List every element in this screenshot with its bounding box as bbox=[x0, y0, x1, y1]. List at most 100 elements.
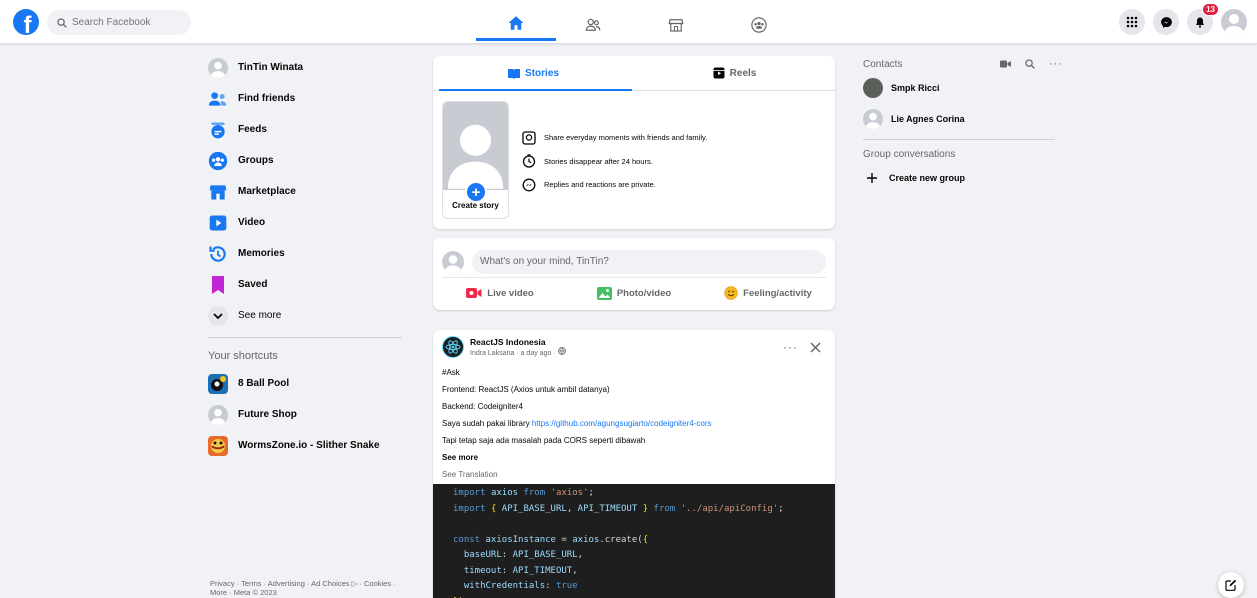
create-story-card[interactable]: + Create story bbox=[442, 101, 509, 219]
sidebar-item-groups[interactable]: Groups bbox=[200, 145, 410, 176]
tab-friends[interactable] bbox=[553, 8, 633, 42]
reels-icon bbox=[713, 67, 725, 79]
group-conversations-title: Group conversations bbox=[863, 149, 956, 160]
library-link[interactable]: https://github.com/agungsugiarto/codeign… bbox=[532, 419, 712, 428]
live-video-button[interactable]: Live video bbox=[433, 287, 567, 299]
video-call-icon[interactable] bbox=[1000, 60, 1011, 68]
feeling-activity-button[interactable]: Feeling/activity bbox=[701, 286, 835, 300]
home-icon bbox=[508, 16, 524, 30]
close-icon[interactable] bbox=[810, 341, 821, 353]
grid-menu-icon bbox=[1126, 16, 1138, 28]
feed-post: ReactJS Indonesia Indra Laksana · a day … bbox=[433, 330, 835, 598]
smiley-icon bbox=[724, 286, 738, 300]
shortcut-future-shop[interactable]: Future Shop bbox=[200, 399, 410, 430]
search-bar[interactable] bbox=[47, 10, 191, 35]
friends-icon bbox=[208, 89, 228, 109]
author-meta-text[interactable]: Indra Laksana · a day ago · bbox=[470, 350, 556, 357]
sidebar-item-label: Video bbox=[238, 217, 266, 228]
tab-groups[interactable] bbox=[719, 8, 799, 42]
sidebar-divider bbox=[208, 337, 402, 338]
photo-video-button[interactable]: Photo/video bbox=[567, 286, 701, 300]
composer-input[interactable]: What's on your mind, TinTin? bbox=[472, 249, 826, 274]
search-icon[interactable] bbox=[1025, 59, 1035, 69]
sidebar-item-feeds[interactable]: Feeds bbox=[200, 114, 410, 145]
sidebar-item-marketplace[interactable]: Marketplace bbox=[200, 176, 410, 207]
shortcut-wormszone[interactable]: WormsZone.io - Slither Snake bbox=[200, 430, 410, 461]
sidebar-item-profile[interactable]: TinTin Winata bbox=[200, 52, 410, 83]
tab-stories[interactable]: Stories bbox=[433, 56, 634, 91]
more-options-icon[interactable]: ··· bbox=[783, 340, 798, 354]
story-info-row: Replies and reactions are private. bbox=[522, 173, 707, 197]
search-icon bbox=[57, 17, 67, 28]
facebook-logo[interactable]: f bbox=[13, 9, 39, 35]
story-info-text: Stories disappear after 24 hours. bbox=[544, 156, 653, 166]
action-label: Photo/video bbox=[616, 287, 672, 299]
tab-marketplace[interactable] bbox=[636, 8, 716, 42]
chevron-down-icon bbox=[208, 305, 228, 326]
stories-tabs: Stories Reels bbox=[433, 56, 835, 91]
marketplace-icon bbox=[208, 182, 228, 202]
post-text-line: Tapi tetap saja ada masalah pada CORS se… bbox=[442, 436, 646, 445]
sidebar-item-label: See more bbox=[238, 310, 282, 321]
composer-actions: Live video Photo/video Feeling/activity bbox=[433, 278, 835, 308]
sidebar-item-label: TinTin Winata bbox=[238, 62, 304, 73]
sidebar-item-see-more[interactable]: See more bbox=[200, 300, 410, 331]
sidebar-item-label: Future Shop bbox=[238, 409, 297, 420]
sidebar-item-video[interactable]: Video bbox=[200, 207, 410, 238]
group-avatar[interactable] bbox=[442, 336, 464, 358]
sidebar-item-label: Memories bbox=[238, 248, 285, 259]
see-more-link[interactable]: See more bbox=[442, 449, 826, 466]
sidebar-item-saved[interactable]: Saved bbox=[200, 269, 410, 300]
see-translation-link[interactable]: See Translation bbox=[442, 466, 826, 483]
timer-icon bbox=[522, 154, 536, 168]
default-avatar-icon bbox=[1224, 14, 1244, 35]
create-new-group-button[interactable]: Create new group bbox=[867, 173, 965, 183]
search-input[interactable] bbox=[72, 17, 182, 28]
sidebar-item-memories[interactable]: Memories bbox=[200, 238, 410, 269]
post-header: ReactJS Indonesia Indra Laksana · a day … bbox=[433, 330, 835, 364]
post-composer: What's on your mind, TinTin? Live video … bbox=[433, 238, 835, 310]
notifications-button[interactable]: 13 bbox=[1187, 3, 1219, 35]
messenger-icon bbox=[1160, 16, 1172, 28]
footer-line[interactable]: More · Meta © 2023 bbox=[210, 588, 400, 597]
new-message-button[interactable] bbox=[1218, 572, 1244, 598]
messenger-button[interactable] bbox=[1153, 9, 1179, 35]
compose-icon bbox=[1225, 579, 1237, 591]
more-options-icon[interactable]: ··· bbox=[1049, 58, 1063, 70]
post-text-line: Saya sudah pakai library https://github.… bbox=[442, 415, 826, 432]
post-text-line: #Ask bbox=[442, 368, 460, 377]
action-label: Feeling/activity bbox=[743, 287, 812, 299]
footer-line[interactable]: Privacy · Terms · Advertising · Ad Choic… bbox=[210, 579, 400, 588]
video-icon bbox=[208, 213, 228, 233]
tab-label: Stories bbox=[525, 67, 559, 79]
sidebar-item-label: 8 Ball Pool bbox=[238, 378, 290, 389]
stories-card: Stories Reels + Create story Share every… bbox=[433, 56, 835, 229]
post-controls: ··· bbox=[783, 340, 821, 354]
post-text-line: Frontend: ReactJS (Axios untuk ambil dat… bbox=[442, 385, 610, 394]
sidebar-item-find-friends[interactable]: Find friends bbox=[200, 83, 410, 114]
messenger-outline-icon bbox=[522, 178, 536, 192]
account-controls: 13 bbox=[1119, 3, 1247, 35]
globe-icon bbox=[557, 347, 566, 355]
post-meta: Indra Laksana · a day ago · bbox=[470, 347, 566, 357]
notification-badge: 13 bbox=[1202, 3, 1219, 16]
book-icon bbox=[508, 68, 521, 79]
contact-item[interactable]: Smpk Ricci bbox=[863, 78, 940, 98]
group-name[interactable]: ReactJS Indonesia bbox=[470, 337, 566, 347]
shortcut-8-ball-pool[interactable]: 8 Ball Pool bbox=[200, 368, 410, 399]
sidebar-item-label: Saved bbox=[238, 279, 268, 290]
code-screenshot[interactable]: import axios from 'axios'; import { API_… bbox=[433, 484, 835, 598]
plus-icon: + bbox=[465, 181, 487, 203]
action-label: Live video bbox=[487, 287, 534, 299]
feeds-icon bbox=[208, 120, 228, 140]
menu-button[interactable] bbox=[1119, 9, 1145, 35]
tab-home[interactable] bbox=[476, 8, 556, 41]
create-story-label: Create story bbox=[452, 201, 499, 210]
contacts-header: Contacts ··· bbox=[863, 58, 1063, 70]
contact-item[interactable]: Lie Agnes Corina bbox=[863, 109, 965, 129]
account-avatar[interactable] bbox=[1221, 9, 1247, 35]
8-ball-pool-icon bbox=[208, 373, 228, 394]
sidebar-item-label: Find friends bbox=[238, 93, 296, 104]
story-info-row: Stories disappear after 24 hours. bbox=[522, 150, 707, 174]
tab-reels[interactable]: Reels bbox=[634, 56, 835, 90]
